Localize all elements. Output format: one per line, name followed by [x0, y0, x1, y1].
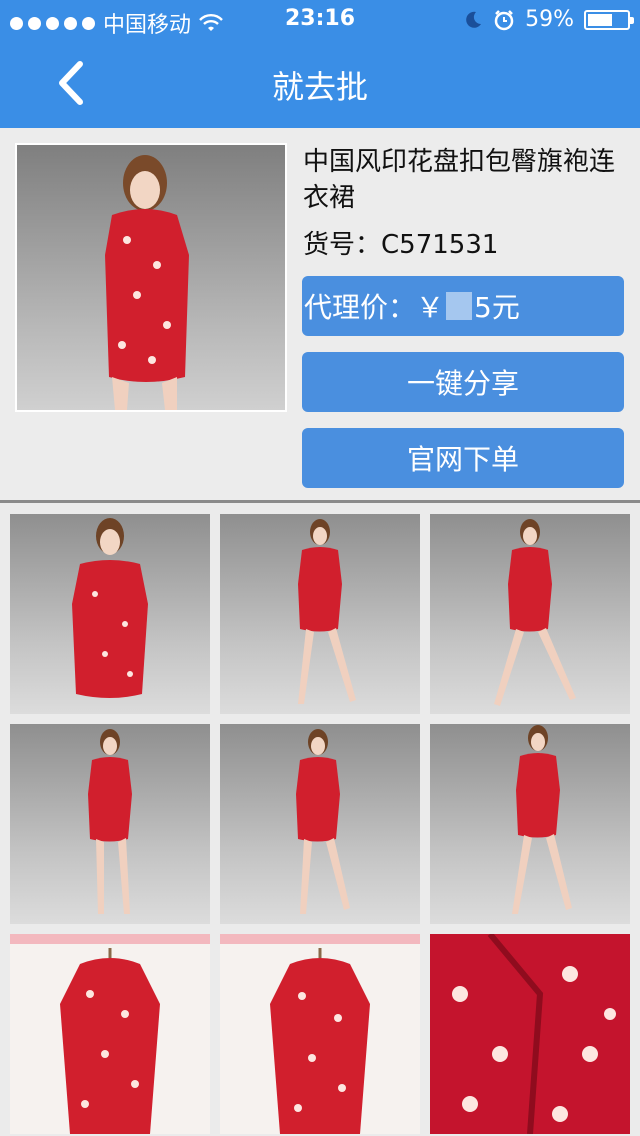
gallery-thumb[interactable] [430, 514, 630, 714]
gallery-thumb[interactable] [220, 514, 420, 714]
battery-percent: 59% [525, 7, 574, 32]
dress-photo-icon [72, 518, 148, 698]
moon-icon [466, 11, 482, 28]
gallery-thumb[interactable] [10, 514, 210, 714]
alarm-icon [494, 9, 514, 30]
gallery-thumb[interactable] [430, 724, 630, 924]
share-button[interactable]: 一键分享 [302, 352, 624, 412]
status-right: 59% [463, 7, 634, 32]
dress-photo-icon [296, 729, 350, 914]
gallery-thumb[interactable] [10, 724, 210, 924]
app-screen: 中国移动 23:16 59% 就去批 中国风印花盘扣包臀旗袍连衣裙 货号：C57… [0, 0, 640, 1136]
dress-photo-icon [105, 155, 189, 410]
fabric-closeup-icon [452, 934, 616, 1134]
gallery-thumb[interactable] [220, 724, 420, 924]
status-bar: 中国移动 23:16 59% [0, 0, 640, 40]
dress-photo-icon [60, 948, 160, 1134]
price-label: 代理价：￥ [304, 291, 445, 324]
dress-photo-icon [494, 519, 576, 706]
product-card: 中国风印花盘扣包臀旗袍连衣裙 货号：C571531 代理价：￥ 5元 一键分享 … [0, 128, 640, 500]
price-blurred-digits [446, 292, 473, 320]
dress-photo-icon [88, 729, 132, 914]
product-title: 中国风印花盘扣包臀旗袍连衣裙 [303, 147, 616, 213]
order-button[interactable]: 官网下单 [302, 428, 624, 488]
product-main-image[interactable] [15, 143, 287, 412]
dress-photo-icon [298, 519, 356, 704]
price-suffix: 5元 [474, 291, 520, 324]
photo-gallery [0, 503, 640, 1136]
gallery-thumb[interactable] [10, 934, 210, 1134]
gallery-thumb[interactable] [430, 934, 630, 1134]
gallery-thumb[interactable] [220, 934, 420, 1134]
dress-photo-icon [270, 948, 370, 1134]
page-title: 就去批 [271, 68, 368, 106]
battery-icon [584, 9, 634, 30]
top-bar: 中国移动 23:16 59% 就去批 [0, 0, 640, 128]
price-button[interactable]: 代理价：￥ 5元 [302, 276, 624, 336]
nav-bar: 就去批 [0, 40, 640, 128]
product-sku: 货号：C571531 [303, 230, 499, 260]
dress-photo-icon [512, 725, 572, 914]
